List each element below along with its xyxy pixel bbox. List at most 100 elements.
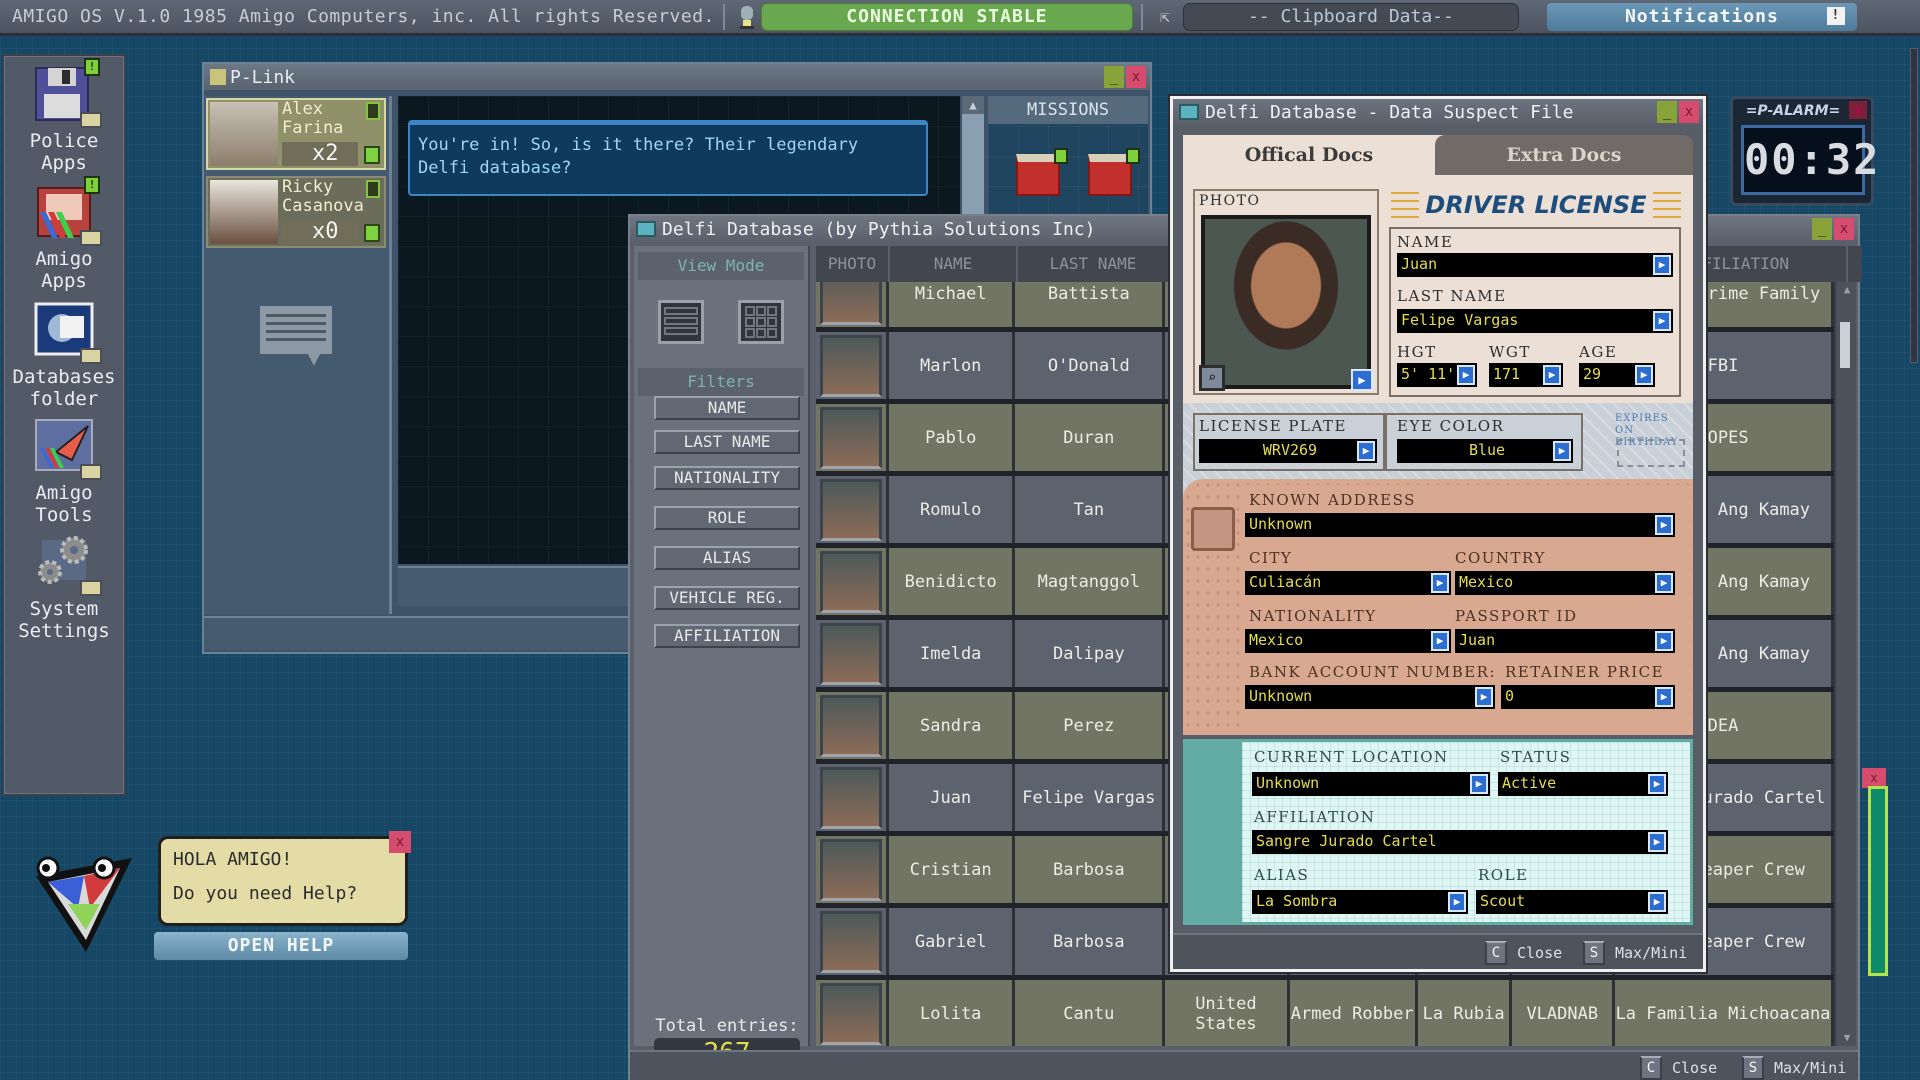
tab-official-docs[interactable]: Offical Docs [1183,135,1435,175]
notifications-button[interactable]: Notifications ! [1546,2,1857,31]
contact-alex-farina[interactable]: Alex Farina x2 [206,98,386,170]
go-arrow-icon[interactable]: ▶ [1655,515,1673,535]
column-header[interactable]: NAME [890,246,1018,282]
clipboard-icon[interactable]: ⇱ [1151,4,1179,30]
table-row[interactable]: Lolita Cantu United States Armed Robber La R… [816,980,1834,1046]
max-mini-shortcut[interactable]: S Max/Mini [1742,1056,1846,1080]
go-arrow-icon[interactable]: ▶ [1357,441,1375,461]
open-help-button[interactable]: OPEN HELP [154,932,408,960]
passport-id-field[interactable]: Juan ▶ [1455,629,1675,653]
hidden-widget[interactable] [1868,786,1888,976]
go-arrow-icon[interactable]: ▶ [1553,441,1571,461]
age-field[interactable]: 29 ▶ [1579,363,1655,387]
sidebar-item-system-settings[interactable]: System Settings [4,532,124,642]
filter-affiliation-button[interactable]: AFFILIATION [654,624,800,648]
go-arrow-icon[interactable]: ▶ [1653,311,1671,331]
sidebar-item-databases-folder[interactable]: Databases folder [4,300,124,410]
go-arrow-icon[interactable]: ▶ [1635,365,1653,385]
role-field[interactable]: Scout ▶ [1476,890,1668,914]
go-arrow-icon[interactable]: ▶ [1655,573,1673,593]
sidebar-item-label: Amigo [35,248,93,270]
close-button[interactable]: x [1126,66,1146,88]
row-photo [816,908,890,975]
eye-color-field[interactable]: Blue ▶ [1397,439,1573,463]
close-button[interactable]: x [1834,218,1854,240]
contact-first-name: Ricky [282,177,334,197]
close-shortcut[interactable]: C Close [1485,941,1562,965]
close-button[interactable]: x [389,831,411,853]
country-field[interactable]: Mexico ▶ [1455,571,1675,595]
max-mini-shortcut[interactable]: S Max/Mini [1583,941,1687,965]
scroll-thumb[interactable] [1840,322,1850,368]
filter-last-name-button[interactable]: LAST NAME [654,430,800,454]
gear-icon [32,532,102,596]
filter-role-button[interactable]: ROLE [654,506,800,530]
table-scrollbar[interactable]: ▲ ▼ [1834,282,1856,1046]
close-button[interactable]: x [1679,101,1699,123]
mission-icon[interactable] [1088,148,1140,196]
license-plate-field[interactable]: WRV269 ▶ [1199,439,1377,463]
message-flag-icon[interactable] [366,102,380,120]
go-arrow-icon[interactable]: ▶ [1475,687,1493,707]
column-header[interactable]: LAST NAME [1018,246,1170,282]
go-arrow-icon[interactable]: ▶ [1351,369,1373,391]
cell-nationality: United States [1165,980,1290,1046]
contact-ricky-casanova[interactable]: Ricky Casanova x0 [206,176,386,248]
filter-name-button[interactable]: NAME [654,396,800,420]
sidebar-item-amigo-tools[interactable]: Amigo Tools [4,416,124,526]
nationality-field[interactable]: Mexico ▶ [1245,629,1451,653]
weight-field[interactable]: 171 ▶ [1489,363,1563,387]
city-field[interactable]: Culiacán ▶ [1245,571,1451,595]
row-photo [816,980,890,1046]
go-arrow-icon[interactable]: ▶ [1457,365,1475,385]
name-field[interactable]: Juan ▶ [1397,253,1673,277]
close-shortcut[interactable]: C Close [1640,1056,1717,1080]
column-header[interactable]: PHOTO [816,246,890,282]
close-button[interactable]: x [1849,101,1867,119]
go-arrow-icon[interactable]: ▶ [1431,631,1449,651]
filter-nationality-button[interactable]: NATIONALITY [654,466,800,490]
scroll-up-arrow-icon[interactable]: ▲ [1836,282,1858,298]
affiliation-field[interactable]: Sangre Jurado Cartel ▶ [1252,830,1668,854]
last-name-field[interactable]: Felipe Vargas ▶ [1397,309,1673,333]
clipboard-field[interactable]: -- Clipboard Data-- [1182,2,1519,31]
tab-extra-docs[interactable]: Extra Docs [1435,135,1693,175]
grid-view-button[interactable] [738,300,784,344]
suspect-file-titlebar[interactable]: Delfi Database - Data Suspect File _ x [1173,99,1703,125]
alias-field[interactable]: La Sombra ▶ [1252,890,1468,914]
sidebar-item-amigo-apps[interactable]: ! Amigo Apps [4,176,124,292]
status-field[interactable]: Active ▶ [1498,772,1668,796]
go-arrow-icon[interactable]: ▶ [1655,631,1673,651]
current-location-field[interactable]: Unknown ▶ [1252,772,1490,796]
message-flag-icon[interactable] [366,180,380,198]
go-arrow-icon[interactable]: ▶ [1648,832,1666,852]
scroll-down-arrow-icon[interactable]: ▼ [1836,1030,1858,1046]
bank-account-field[interactable]: Unknown ▶ [1245,685,1495,709]
filter-vehicle-reg-button[interactable]: VEHICLE REG. [654,586,800,610]
go-arrow-icon[interactable]: ▶ [1431,573,1449,593]
retainer-price-field[interactable]: 0 ▶ [1501,685,1675,709]
go-arrow-icon[interactable]: ▶ [1543,365,1561,385]
minimize-button[interactable]: _ [1812,218,1832,240]
p-link-titlebar[interactable]: P-Link _ x [204,64,1150,90]
minimize-button[interactable]: _ [1657,101,1677,123]
go-arrow-icon[interactable]: ▶ [1648,774,1666,794]
height-field[interactable]: 5' 11'' ▶ [1397,363,1477,387]
filter-alias-button[interactable]: ALIAS [654,546,800,570]
list-view-button[interactable] [658,300,704,344]
magnify-icon[interactable]: ⌕ [1199,365,1225,391]
close-button[interactable]: x [1862,768,1886,788]
go-arrow-icon[interactable]: ▶ [1653,255,1671,275]
scroll-up-arrow-icon[interactable]: ▲ [962,96,984,114]
sidebar-item-police-apps[interactable]: ! Police Apps [4,58,124,174]
minimize-button[interactable]: _ [1104,66,1124,88]
go-arrow-icon[interactable]: ▶ [1648,892,1666,912]
grid-view-icon [745,306,777,338]
go-arrow-icon[interactable]: ▶ [1655,687,1673,707]
cell-name: Sandra [889,692,1016,759]
go-arrow-icon[interactable]: ▶ [1448,892,1466,912]
go-arrow-icon[interactable]: ▶ [1470,774,1488,794]
known-address-field[interactable]: Unknown ▶ [1245,513,1675,537]
sidebar-item-label: Apps [41,270,87,292]
mission-icon[interactable] [1016,148,1068,196]
